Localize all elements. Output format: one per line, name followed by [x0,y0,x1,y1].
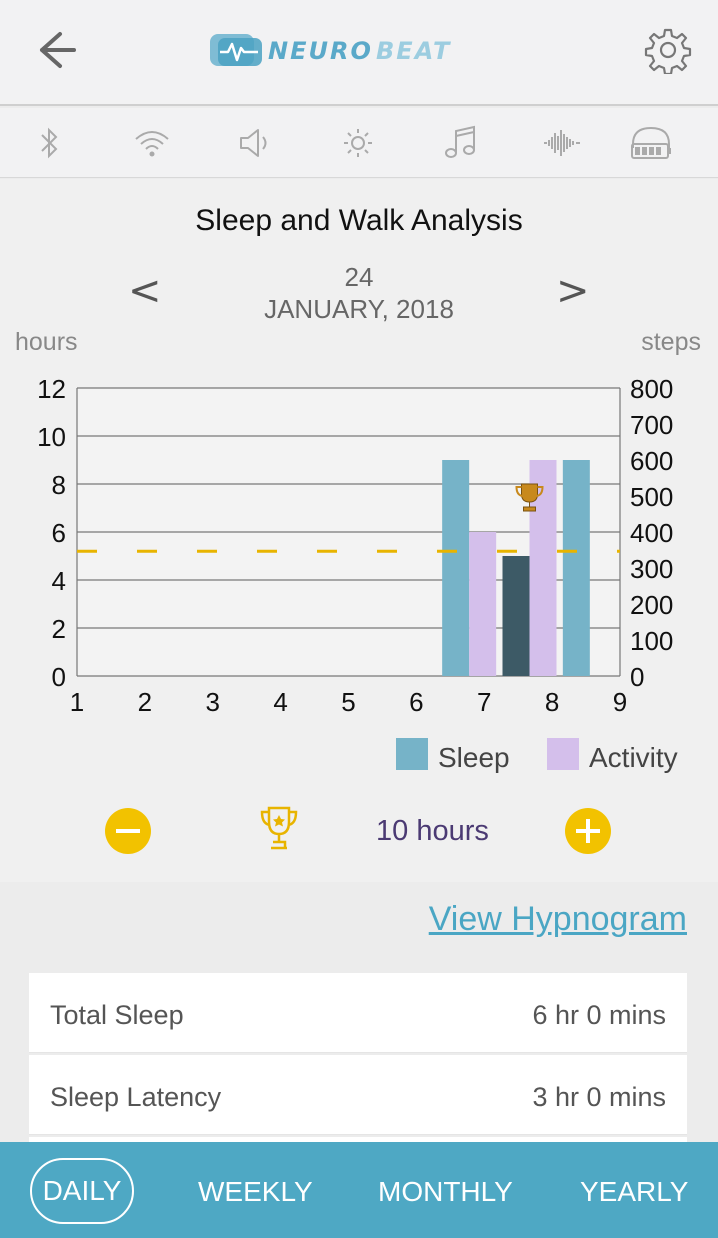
legend-sleep-swatch [396,738,428,770]
date-day: 24 [344,262,374,292]
sound-wave-icon[interactable] [541,122,583,164]
minus-button[interactable] [105,808,151,854]
back-arrow-icon[interactable] [30,28,78,72]
svg-text:NEURO: NEURO [268,37,373,65]
svg-text:BEAT: BEAT [376,37,451,65]
tab-daily[interactable]: DAILY [30,1158,134,1224]
minus-icon [116,829,140,833]
headphones-battery-icon[interactable] [628,122,674,164]
plus-icon [576,819,600,843]
stat-label: Sleep Latency [50,1082,222,1112]
neurobeat-logo: NEURO BEAT [210,34,451,66]
device-icon-bar [0,108,718,178]
chart-title: Sleep and Walk Analysis [195,204,523,237]
stat-value: 6 hr 0 mins [532,1000,666,1030]
stat-row-total-sleep: Total Sleep 6 hr 0 mins [29,973,687,1053]
plus-button[interactable] [565,808,611,854]
trophy-icon [260,806,298,850]
tab-weekly[interactable]: WEEKLY [198,1176,313,1208]
right-axis-label: steps [641,328,701,356]
gear-icon[interactable] [644,26,692,74]
stat-label: Total Sleep [50,1000,184,1030]
brightness-icon[interactable] [337,122,379,164]
left-axis-label: hours [15,328,78,356]
wifi-icon[interactable] [131,122,173,164]
speaker-icon[interactable] [234,122,276,164]
stat-row-sleep-latency: Sleep Latency 3 hr 0 mins [29,1055,687,1135]
legend-activity-swatch [547,738,579,770]
stat-value: 3 hr 0 mins [532,1082,666,1112]
bluetooth-icon[interactable] [28,122,70,164]
music-icon[interactable] [439,122,481,164]
legend-activity-label: Activity [589,742,678,773]
legend-sleep-label: Sleep [438,742,510,773]
tab-yearly[interactable]: YEARLY [580,1176,688,1208]
period-tab-bar: DAILY WEEKLY MONTHLY YEARLY [0,1142,718,1238]
app-header: NEURO BEAT [0,0,718,106]
view-hypnogram-link[interactable]: View Hypnogram [429,900,687,939]
date-month-year: JANUARY, 2018 [264,294,454,324]
goal-value: 10 hours [376,815,489,847]
tab-monthly[interactable]: MONTHLY [378,1176,513,1208]
